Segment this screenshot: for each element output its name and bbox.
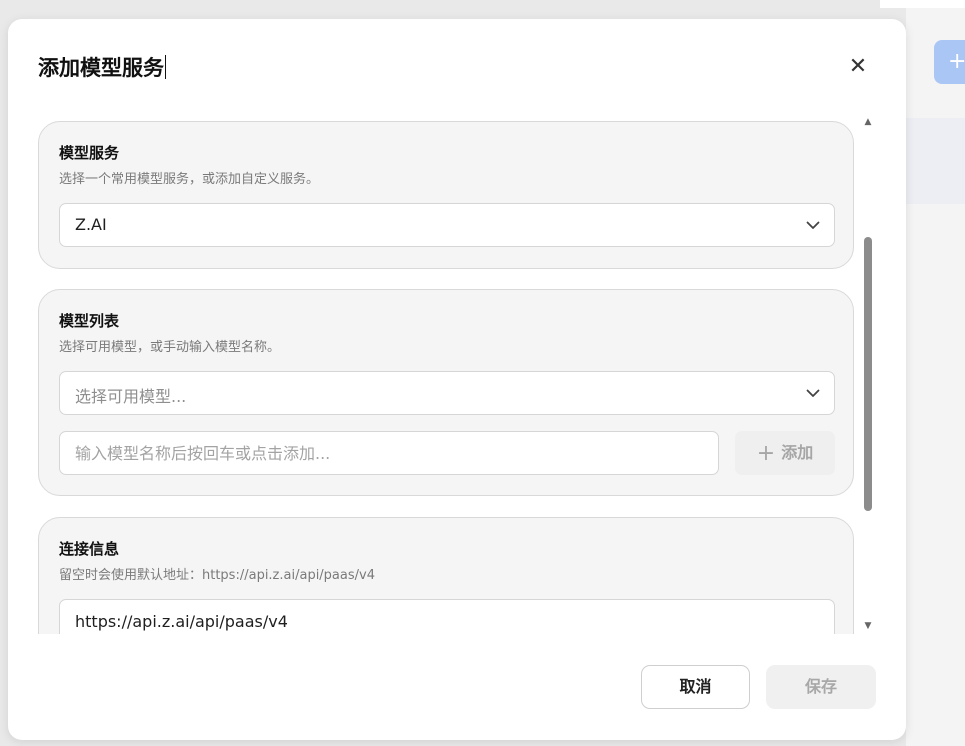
- model-list-title: 模型列表: [59, 312, 120, 330]
- model-service-selected-value: Z.AI: [75, 215, 107, 234]
- model-service-section: 模型服务 选择一个常用模型服务，或添加自定义服务。 Z.AI: [38, 121, 854, 269]
- connection-description: 留空时会使用默认地址：https://api.z.ai/api/paas/v4: [59, 568, 375, 583]
- add-model-label: 添加: [781, 443, 814, 462]
- cancel-button[interactable]: 取消: [641, 665, 750, 709]
- model-service-title: 模型服务: [59, 144, 120, 162]
- chevron-down-icon: [806, 221, 820, 229]
- scrollbar-thumb[interactable]: [864, 237, 872, 511]
- close-icon[interactable]: ✕: [844, 53, 872, 81]
- model-service-description: 选择一个常用模型服务，或添加自定义服务。: [59, 172, 320, 187]
- model-name-input-wrapper: [59, 431, 719, 475]
- available-model-placeholder: 选择可用模型...: [75, 387, 187, 406]
- scroll-down-arrow-icon[interactable]: ▼: [863, 621, 873, 631]
- text-caret: [165, 55, 166, 79]
- background-add-button: +: [934, 40, 965, 84]
- connection-section: 连接信息 留空时会使用默认地址：https://api.z.ai/api/paa…: [38, 517, 854, 634]
- scroll-up-arrow-icon[interactable]: ▲: [863, 117, 873, 127]
- dialog-title: 添加模型服务: [38, 52, 166, 82]
- available-model-select[interactable]: 选择可用模型...: [59, 371, 835, 415]
- base-url-input[interactable]: [60, 600, 834, 634]
- chevron-down-icon: [806, 389, 820, 397]
- background-right-panel: [906, 0, 965, 746]
- dialog-title-text: 添加模型服务: [38, 56, 164, 80]
- save-button[interactable]: 保存: [766, 665, 876, 709]
- plus-icon: +: [756, 441, 776, 466]
- background-card: [906, 118, 965, 204]
- dialog-scroll-area[interactable]: 模型服务 选择一个常用模型服务，或添加自定义服务。 Z.AI 模型列表 选择可用…: [8, 115, 906, 634]
- model-list-section: 模型列表 选择可用模型，或手动输入模型名称。 选择可用模型... + 添加: [38, 289, 854, 496]
- add-model-button[interactable]: + 添加: [735, 431, 835, 475]
- model-list-description: 选择可用模型，或手动输入模型名称。: [59, 340, 281, 355]
- model-service-select[interactable]: Z.AI: [59, 203, 835, 247]
- model-name-input[interactable]: [60, 432, 718, 474]
- add-model-service-dialog: 添加模型服务 ✕ 模型服务 选择一个常用模型服务，或添加自定义服务。 Z.AI …: [8, 19, 906, 740]
- base-url-input-wrapper: [59, 599, 835, 634]
- background-top-strip: [880, 0, 965, 8]
- connection-title: 连接信息: [59, 540, 120, 558]
